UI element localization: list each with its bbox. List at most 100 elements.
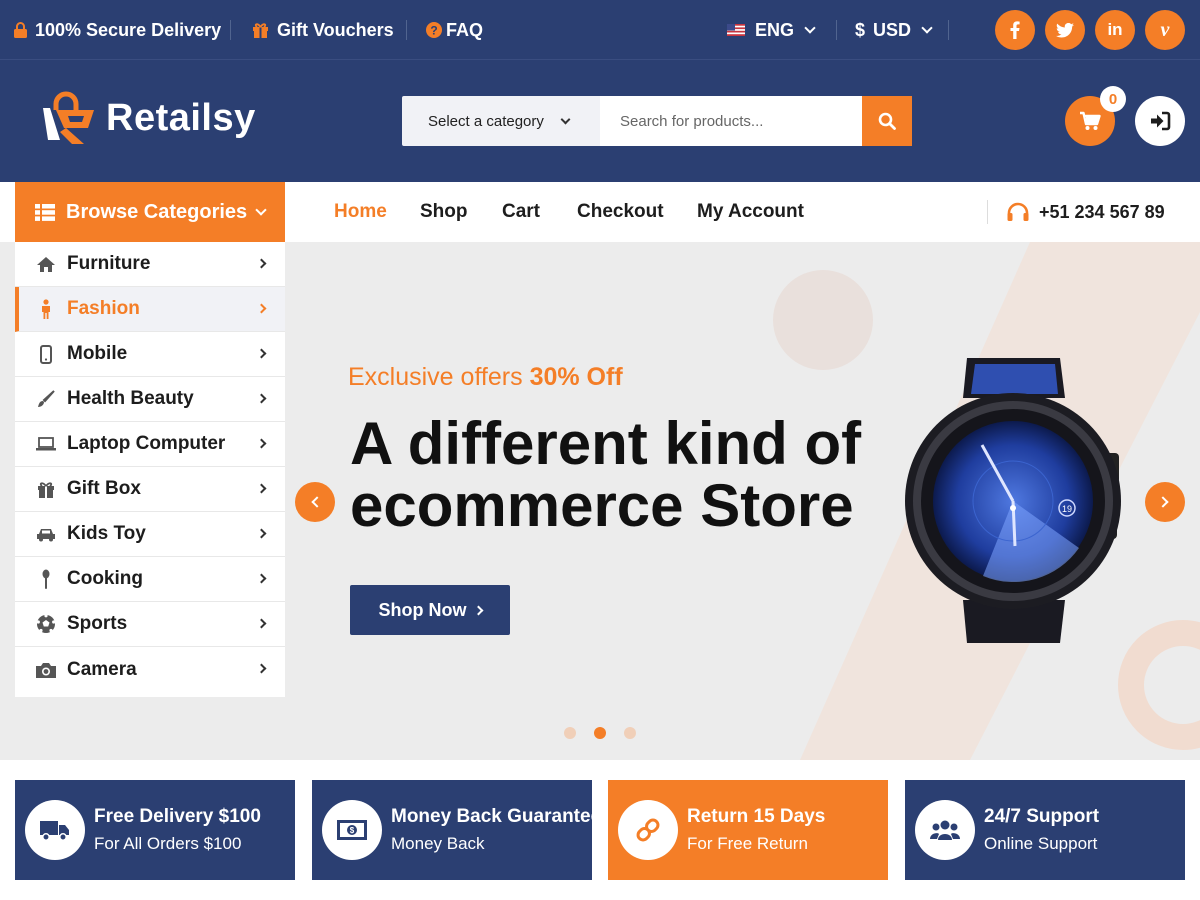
phone-number[interactable]: +51 234 567 89 [1006,182,1165,242]
search-button[interactable] [862,96,912,146]
category-label: Sports [67,613,128,634]
search-bar: Select a category [402,96,912,146]
search-input[interactable] [600,96,862,146]
twitter-icon[interactable] [1045,10,1085,50]
list-icon [35,203,55,221]
chevron-right-icon [256,618,267,629]
chevron-right-icon [256,528,267,539]
link-icon [618,800,678,860]
sign-in-icon [1151,111,1171,131]
category-laptop-computer[interactable]: Laptop Computer [15,422,285,467]
hero-headline: A different kind of ecommerce Store [350,413,910,537]
feature-return: Return 15 Days For Free Return [608,780,888,880]
category-cooking[interactable]: Cooking [15,557,285,602]
nav-my-account[interactable]: My Account [697,182,804,242]
category-label: Camera [67,658,137,680]
search-icon [878,112,896,130]
browse-categories-button[interactable]: Browse Categories [15,182,285,242]
laptop-icon [35,433,57,455]
category-kids-toy[interactable]: Kids Toy [15,512,285,557]
shop-now-button[interactable]: Shop Now [350,585,510,635]
chevron-down-icon [921,22,933,34]
feature-title: 24/7 Support [984,806,1100,827]
offer-prefix: Exclusive offers [348,363,523,391]
person-icon [35,298,57,320]
category-label: Kids Toy [67,523,146,544]
slider-dot-active[interactable] [594,727,606,739]
currency-select[interactable]: $ USD [855,0,933,60]
money-icon: $ [322,800,382,860]
nav-home[interactable]: Home [334,182,387,242]
basket-logo-icon [43,91,94,144]
chevron-left-icon [311,496,323,508]
headline-line-1: A different kind of [350,410,862,477]
slider-prev-button[interactable] [295,482,335,522]
category-label: Laptop Computer [67,433,226,454]
mobile-icon [35,343,57,365]
headline-line-2: ecommerce Store [350,472,854,539]
chevron-right-icon [256,348,267,359]
category-mobile[interactable]: Mobile [15,332,285,377]
divider [406,20,407,40]
lock-icon [14,22,27,38]
us-flag-icon [727,24,745,36]
secure-delivery-label: 100% Secure Delivery [35,19,222,40]
logo[interactable]: Retailsy [40,90,256,146]
gift-vouchers-label: Gift Vouchers [277,19,394,40]
chevron-right-icon [256,483,267,494]
category-label: Gift Box [67,478,141,499]
smartwatch-image: 19 [905,358,1121,643]
login-button[interactable] [1135,96,1185,146]
feature-subtitle: For Free Return [687,834,808,853]
category-label: Mobile [67,343,128,364]
slider-dot[interactable] [564,727,576,739]
category-furniture[interactable]: Furniture [15,242,285,287]
vimeo-icon[interactable]: v [1145,10,1185,50]
category-sports[interactable]: Sports [15,602,285,647]
feature-subtitle: Online Support [984,834,1098,853]
category-camera[interactable]: Camera [15,647,285,692]
home-icon [35,253,57,275]
chevron-right-icon [1157,496,1169,508]
gift-vouchers-link[interactable]: Gift Vouchers [252,0,394,60]
watch-dial-number: 19 [1062,504,1072,514]
category-select[interactable]: Select a category [402,96,600,146]
category-select-label: Select a category [428,112,544,130]
feature-subtitle: For All Orders $100 [94,834,242,853]
shop-now-label: Shop Now [378,599,467,620]
cart-count-badge: 0 [1100,86,1126,112]
nav-cart[interactable]: Cart [502,182,540,242]
faq-link[interactable]: ? FAQ [426,0,483,60]
cart-icon [1080,111,1101,130]
headphones-icon [1007,202,1029,221]
feature-title: Money Back Guarantee [391,806,602,827]
divider [987,200,988,224]
chevron-right-icon [256,438,267,449]
feature-subtitle: Money Back [391,834,485,853]
chevron-right-icon [256,303,267,314]
svg-text:?: ? [430,24,437,38]
linkedin-icon[interactable]: in [1095,10,1135,50]
feature-title: Free Delivery $100 [94,806,261,827]
chevron-down-icon [804,22,816,34]
question-icon: ? [426,22,442,38]
divider [230,20,231,40]
truck-icon [25,800,85,860]
nav-checkout[interactable]: Checkout [577,182,664,242]
chevron-right-icon [256,663,267,674]
facebook-icon[interactable] [995,10,1035,50]
users-icon [915,800,975,860]
category-label: Cooking [67,568,143,589]
language-select[interactable]: ENG [727,0,816,60]
nav-shop[interactable]: Shop [420,182,468,242]
category-gift-box[interactable]: Gift Box [15,467,285,512]
language-label: ENG [755,19,795,40]
slider-dot[interactable] [624,727,636,739]
faq-label: FAQ [446,19,484,40]
hero-decor-circle [773,270,873,370]
category-health-beauty[interactable]: Health Beauty [15,377,285,422]
car-icon [35,523,57,545]
gift-icon [35,478,57,500]
category-fashion[interactable]: Fashion [15,287,285,332]
slider-next-button[interactable] [1145,482,1185,522]
